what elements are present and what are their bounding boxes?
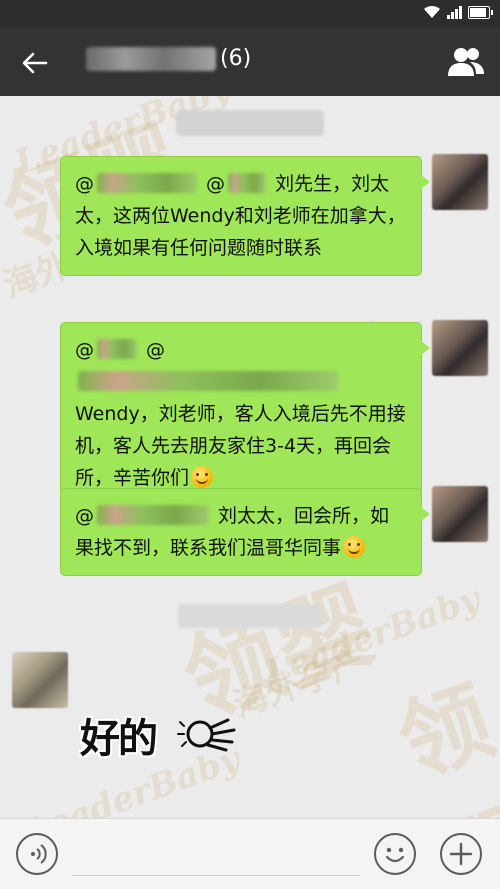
ok-hand-icon [177,718,236,752]
timestamp-blurred [178,604,322,628]
mention-prefix: @ [75,339,94,361]
avatar[interactable] [432,154,488,210]
mention-blurred [97,173,197,193]
emoji-icon[interactable] [374,833,416,875]
chat-header: (6) [0,28,500,96]
message-text: Wendy，刘老师，客人入境后先不用接机，客人先去朋友家住3-4天，再回会所，辛… [75,403,406,489]
smile-emoji-icon [191,466,214,488]
grin-emoji-icon [343,536,366,558]
message-bubble[interactable]: @ @ Wendy，刘老师，客人入境后先不用接机，客人先去朋友家住3-4天，再回… [60,322,430,506]
member-count: (6) [220,46,252,71]
voice-icon[interactable] [16,833,58,875]
mention-prefix: @ [75,173,94,195]
message-bubble[interactable]: @ 刘太太，回会所，如果找不到，联系我们温哥华同事 [60,488,430,576]
message-input[interactable] [72,875,360,876]
mention-prefix: @ [200,173,226,195]
arrow-left-icon[interactable] [18,46,52,80]
wifi-icon [424,5,440,18]
avatar[interactable] [432,320,488,376]
sticker-text: 好的 [80,715,158,762]
message-bubble[interactable]: @ @ 刘先生，刘太太，这两位Wendy和刘老师在加拿大，入境如果有任何问题随时… [60,156,430,276]
chat-area[interactable]: 领婴 领婴 领婴 领婴 LeaderBaby LeaderBaby Leader… [0,96,500,818]
status-bar [0,0,500,28]
chat-title: (6) [86,46,251,71]
plus-icon[interactable] [440,833,482,875]
mention-blurred [97,339,137,359]
avatar[interactable] [12,652,68,708]
group-members-icon[interactable] [446,44,486,80]
watermark: 领婴 [385,667,500,818]
input-bar [0,818,500,889]
signal-icon [447,5,462,19]
group-name-blurred [86,46,216,71]
timestamp-blurred [176,110,324,136]
mention-prefix: @ [75,505,94,527]
avatar[interactable] [432,486,488,542]
mention-blurred [97,505,209,525]
mention-prefix: @ [140,339,166,361]
battery-icon [468,5,493,19]
mention-blurred [228,173,267,193]
sticker-message[interactable]: 好的 [80,704,250,764]
mention-blurred [78,371,338,391]
